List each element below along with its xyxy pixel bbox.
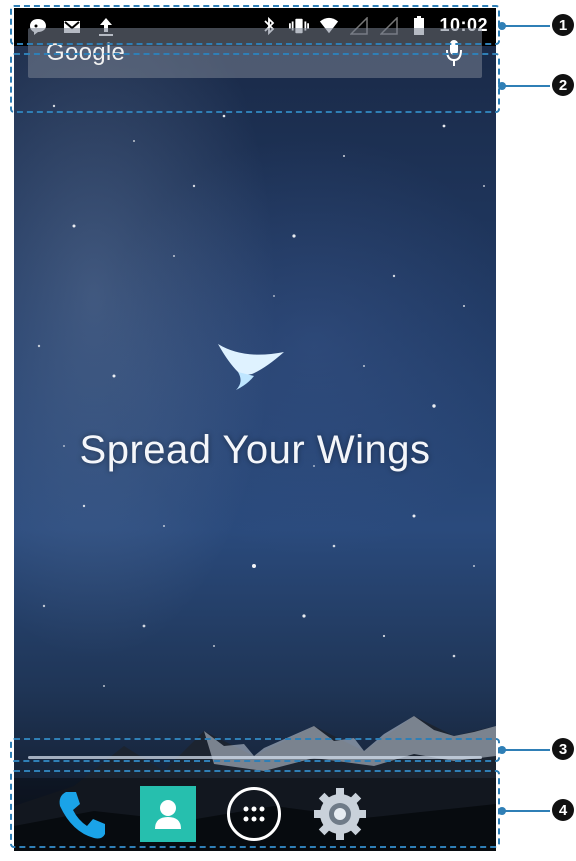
callout-1: 1 <box>552 14 574 36</box>
wings-logo <box>218 344 284 390</box>
annotation-line-1 <box>498 22 550 30</box>
callout-4: 4 <box>552 799 574 821</box>
annotation-line-4 <box>498 807 550 815</box>
phone-screen: 10:02 Google Spread Your Wings <box>14 8 496 851</box>
annotation-box-2 <box>10 53 500 113</box>
annotation-line-2 <box>498 82 550 90</box>
wallpaper-tagline: Spread Your Wings <box>79 428 431 472</box>
annotation-line-3 <box>498 746 550 754</box>
annotation-box-1 <box>10 5 500 45</box>
annotation-box-3 <box>10 738 500 762</box>
callout-3: 3 <box>552 738 574 760</box>
annotation-box-4 <box>10 770 500 848</box>
callout-2: 2 <box>552 74 574 96</box>
